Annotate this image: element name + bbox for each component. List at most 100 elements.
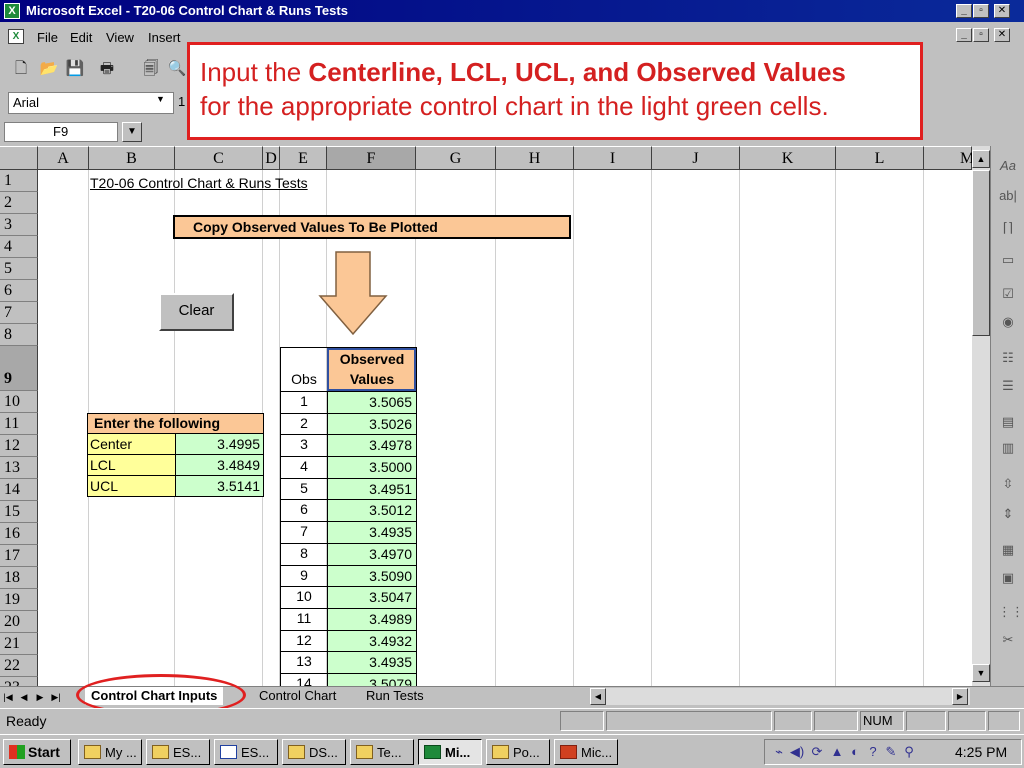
taskbar-item[interactable]: ES... bbox=[146, 739, 210, 765]
taskbar-item[interactable]: DS... bbox=[282, 739, 346, 765]
row-header[interactable]: 5 bbox=[0, 258, 38, 280]
observed-value-cell[interactable]: 3.5065 bbox=[327, 392, 416, 413]
taskbar-item[interactable]: ES... bbox=[214, 739, 278, 765]
column-header-e[interactable]: E bbox=[280, 146, 327, 170]
excel-icon[interactable]: X bbox=[4, 3, 20, 19]
taskbar-item[interactable]: Po... bbox=[486, 739, 550, 765]
observed-value-cell[interactable]: 3.5047 bbox=[327, 587, 416, 608]
save-icon[interactable]: 💾 bbox=[64, 58, 86, 80]
observed-value-cell[interactable]: 3.5000 bbox=[327, 457, 416, 478]
column-header-d[interactable]: D bbox=[263, 146, 280, 170]
spinner-tool-icon[interactable]: ⇕ bbox=[998, 504, 1018, 524]
row-header[interactable]: 22 bbox=[0, 655, 38, 677]
row-header[interactable]: 23 bbox=[0, 677, 38, 686]
name-box[interactable]: F9 bbox=[4, 122, 118, 142]
row-header[interactable]: 6 bbox=[0, 280, 38, 302]
copy-values-button[interactable]: Copy Observed Values To Be Plotted bbox=[173, 215, 571, 239]
tray-app-icon[interactable]: ✎ bbox=[883, 744, 899, 760]
column-header-i[interactable]: I bbox=[574, 146, 652, 170]
list-box-tool-icon[interactable]: ☷ bbox=[998, 348, 1018, 368]
row-header[interactable]: 20 bbox=[0, 611, 38, 633]
row-header[interactable]: 8 bbox=[0, 324, 38, 346]
column-header-a[interactable]: A bbox=[38, 146, 89, 170]
network-icon[interactable]: ⌁ bbox=[771, 744, 787, 760]
new-file-icon[interactable]: 🗋 bbox=[10, 58, 32, 80]
row-header[interactable]: 15 bbox=[0, 501, 38, 523]
menu-file[interactable]: File bbox=[37, 30, 58, 45]
observed-value-cell[interactable]: 3.5012 bbox=[327, 500, 416, 522]
taskbar-item[interactable]: Mic... bbox=[554, 739, 618, 765]
row-header[interactable]: 10 bbox=[0, 391, 38, 413]
label-tool-icon[interactable]: Aa bbox=[998, 156, 1018, 176]
menu-insert[interactable]: Insert bbox=[148, 30, 181, 45]
next-sheet-icon[interactable]: ▶ bbox=[34, 690, 46, 704]
volume-icon[interactable]: ◀) bbox=[789, 744, 805, 760]
observed-value-cell[interactable]: 3.4935 bbox=[327, 652, 416, 673]
checkbox-tool-icon[interactable]: ☑ bbox=[998, 284, 1018, 304]
first-sheet-icon[interactable]: |◀ bbox=[2, 690, 14, 704]
observed-value-cell[interactable]: 3.5090 bbox=[327, 565, 416, 587]
option-button-tool-icon[interactable]: ◉ bbox=[998, 312, 1018, 332]
horizontal-scrollbar[interactable]: ◀ ▶ bbox=[590, 688, 970, 705]
edit-box-tool-icon[interactable]: ab| bbox=[998, 186, 1018, 206]
scroll-left-icon[interactable]: ◀ bbox=[590, 688, 606, 705]
observed-value-cell[interactable]: 3.4978 bbox=[327, 435, 416, 457]
tab-control-chart[interactable]: Control Chart bbox=[253, 687, 342, 705]
row-header[interactable]: 9 bbox=[0, 346, 38, 391]
row-header[interactable]: 21 bbox=[0, 633, 38, 655]
row-header[interactable]: 19 bbox=[0, 589, 38, 611]
combo-dropdown-tool-icon[interactable]: ▥ bbox=[998, 438, 1018, 458]
doc-restore-button[interactable]: ▫ bbox=[973, 28, 989, 42]
scroll-right-icon[interactable]: ▶ bbox=[952, 688, 968, 705]
menu-edit[interactable]: Edit bbox=[70, 30, 92, 45]
scroll-down-icon[interactable]: ▼ bbox=[972, 664, 990, 682]
observed-value-cell[interactable]: 3.4951 bbox=[327, 478, 416, 500]
column-header-b[interactable]: B bbox=[89, 146, 175, 170]
spelling-icon[interactable]: 🔍 bbox=[166, 58, 188, 80]
scroll-bar-tool-icon[interactable]: ⇳ bbox=[998, 474, 1018, 494]
column-header-m[interactable]: M bbox=[924, 146, 972, 170]
vertical-scrollbar[interactable]: ▲ ▼ bbox=[972, 146, 990, 686]
observed-value-cell[interactable]: 3.4970 bbox=[327, 543, 416, 565]
edit-code-icon[interactable]: ▣ bbox=[998, 568, 1018, 588]
observed-value-cell[interactable]: 3.4935 bbox=[327, 522, 416, 543]
open-folder-icon[interactable]: 📂 bbox=[38, 58, 60, 80]
row-header[interactable]: 14 bbox=[0, 479, 38, 501]
taskbar-item[interactable]: My ... bbox=[78, 739, 142, 765]
row-header[interactable]: 7 bbox=[0, 302, 38, 324]
row-header[interactable]: 11 bbox=[0, 413, 38, 435]
print-icon[interactable]: 🖶 bbox=[96, 58, 118, 80]
close-button[interactable]: ✕ bbox=[994, 4, 1010, 18]
taskbar-item-excel[interactable]: Mi... bbox=[418, 739, 482, 765]
doc-minimize-button[interactable]: _ bbox=[956, 28, 972, 42]
select-all-corner[interactable] bbox=[0, 146, 38, 170]
taskbar-item[interactable]: Te... bbox=[350, 739, 414, 765]
lcl-value-cell[interactable]: 3.4849 bbox=[175, 455, 263, 475]
combo-box-tool-icon[interactable]: ☰ bbox=[998, 376, 1018, 396]
ucl-value-cell[interactable]: 3.5141 bbox=[175, 476, 263, 496]
minimize-button[interactable]: _ bbox=[956, 4, 972, 18]
column-header-c[interactable]: C bbox=[175, 146, 263, 170]
last-sheet-icon[interactable]: ▶| bbox=[50, 690, 62, 704]
maximize-button[interactable]: ▫ bbox=[973, 4, 989, 18]
run-dialog-icon[interactable]: ✂ bbox=[998, 630, 1018, 650]
chevron-down-icon[interactable]: ▼ bbox=[156, 94, 165, 104]
observed-value-cell[interactable]: 3.5026 bbox=[327, 413, 416, 435]
search-icon[interactable]: ⚲ bbox=[901, 744, 917, 760]
clear-button[interactable]: Clear bbox=[159, 293, 234, 331]
menu-view[interactable]: View bbox=[106, 30, 134, 45]
connection-icon[interactable]: ⟳ bbox=[809, 744, 825, 760]
help-icon[interactable]: ? bbox=[865, 744, 881, 760]
row-header[interactable]: 1 bbox=[0, 170, 38, 192]
observed-value-cell[interactable]: 3.5079 bbox=[327, 673, 416, 686]
tray-app-icon[interactable]: ◐ bbox=[847, 744, 863, 760]
row-header[interactable]: 12 bbox=[0, 435, 38, 457]
row-header[interactable]: 13 bbox=[0, 457, 38, 479]
group-box-tool-icon[interactable]: ⌈⌉ bbox=[998, 218, 1018, 238]
scroll-thumb[interactable] bbox=[972, 170, 990, 336]
control-properties-icon[interactable]: ▦ bbox=[998, 540, 1018, 560]
start-button[interactable]: Start bbox=[3, 739, 71, 765]
row-header[interactable]: 18 bbox=[0, 567, 38, 589]
column-header-l[interactable]: L bbox=[836, 146, 924, 170]
toggle-grid-icon[interactable]: ⋮⋮ bbox=[998, 602, 1024, 622]
